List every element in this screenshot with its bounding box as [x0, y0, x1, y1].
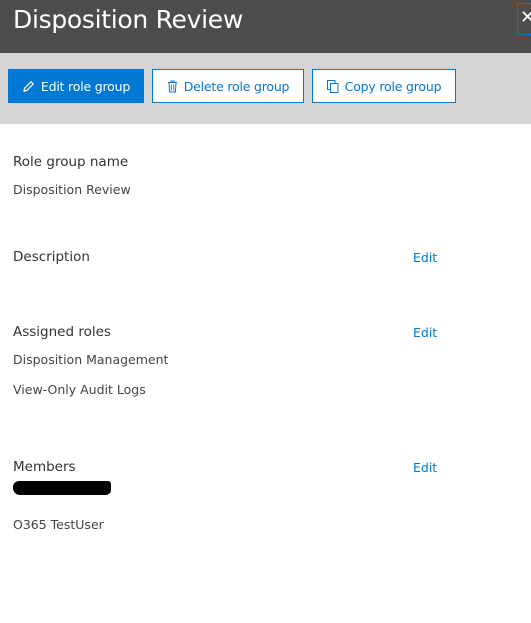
delete-role-group-label: Delete role group: [183, 78, 290, 94]
members-label: Members: [13, 459, 76, 475]
delete-role-group-button[interactable]: Delete role group: [152, 69, 304, 103]
panel-title: Disposition Review: [13, 5, 243, 34]
description-edit-link[interactable]: Edit: [413, 250, 437, 265]
role-group-name-label: Role group name: [13, 154, 129, 170]
edit-role-group-label: Edit role group: [40, 78, 131, 94]
trash-icon: [167, 80, 178, 93]
assigned-roles-label: Assigned roles: [13, 324, 111, 340]
close-icon: ✕: [520, 7, 531, 28]
copy-icon: [326, 79, 339, 93]
member-item: O365 TestUser: [13, 517, 104, 532]
description-label: Description: [13, 249, 90, 265]
command-toolbar: Edit role group Delete role group Copy r…: [0, 53, 531, 124]
role-item: View-Only Audit Logs: [13, 382, 146, 397]
role-group-name-value: Disposition Review: [13, 182, 131, 197]
edit-role-group-button[interactable]: Edit role group: [8, 69, 144, 103]
redacted-member: [13, 481, 111, 495]
copy-role-group-label: Copy role group: [344, 78, 442, 94]
copy-role-group-button[interactable]: Copy role group: [312, 69, 456, 103]
assigned-roles-edit-link[interactable]: Edit: [413, 325, 437, 340]
role-item: Disposition Management: [13, 352, 169, 367]
members-edit-link[interactable]: Edit: [413, 460, 437, 475]
pencil-icon: [22, 80, 35, 93]
panel-header: Disposition Review ✕: [0, 0, 531, 53]
close-button[interactable]: ✕: [517, 3, 531, 35]
